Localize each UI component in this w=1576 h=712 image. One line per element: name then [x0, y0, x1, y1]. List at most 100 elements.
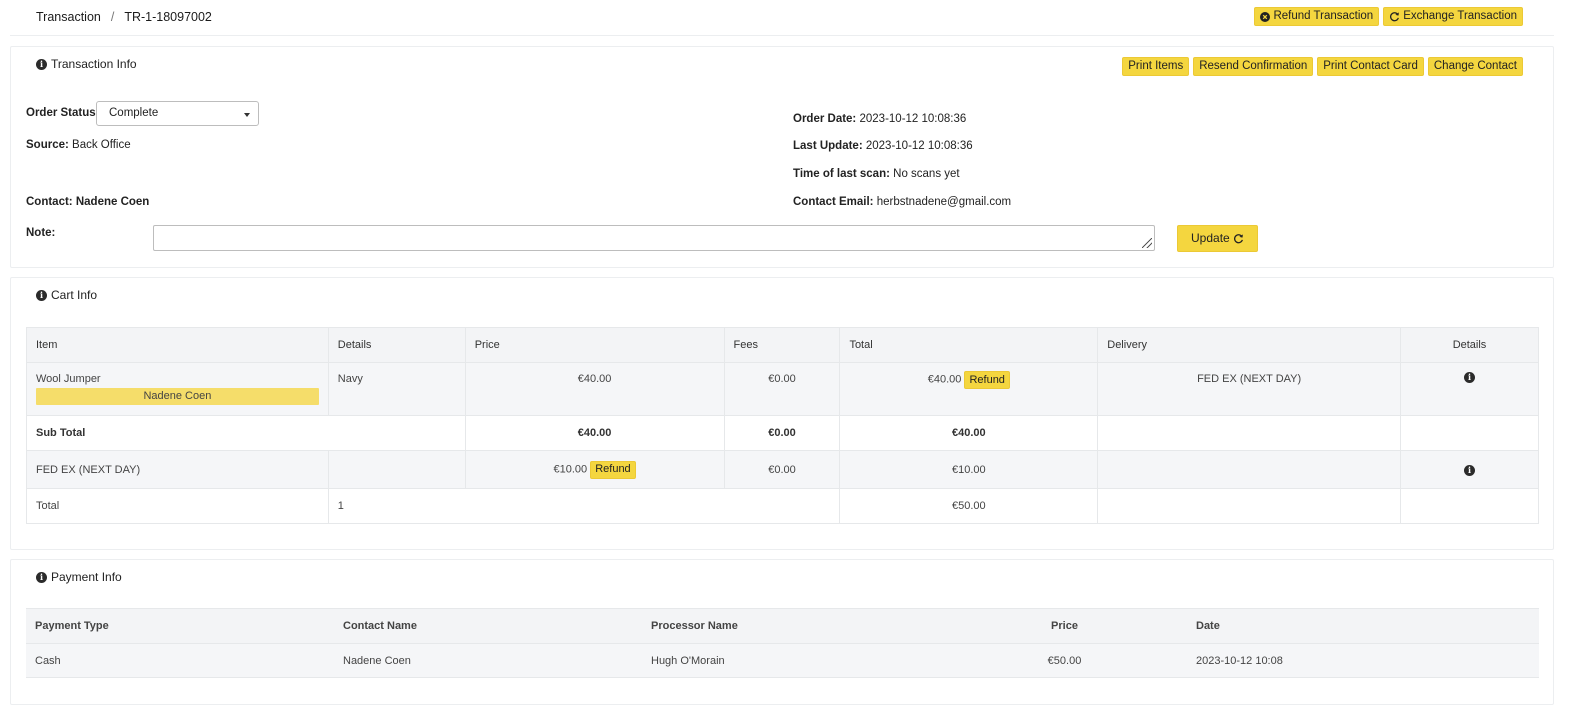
payment-date: 2023-10-12 10:08	[1187, 643, 1539, 678]
source-field: Source: Back Office	[26, 139, 131, 151]
cart-item-info-cell: i	[1400, 362, 1539, 416]
refund-transaction-label: Refund Transaction	[1273, 10, 1374, 22]
shipping-empty-details	[327, 450, 466, 489]
breadcrumb-root[interactable]: Transaction	[36, 10, 101, 24]
cart-item-total: €40.00	[927, 373, 962, 386]
payment-contact: Nadene Coen	[334, 643, 642, 678]
breadcrumb-separator: /	[110, 10, 115, 24]
refresh-icon	[1390, 12, 1400, 22]
order-status-select[interactable]: Complete	[96, 101, 259, 126]
subtotal-row: Sub Total €40.00 €0.00 €40.00	[26, 415, 1539, 451]
payment-processor: Hugh O'Morain	[642, 643, 942, 678]
refund-shipping-button[interactable]: Refund	[590, 460, 636, 479]
cart-header-fees: Fees	[723, 327, 841, 363]
shipping-row: FED EX (NEXT DAY) €10.00 Refund €0.00 €1…	[26, 450, 1539, 489]
info-icon: i	[36, 571, 47, 583]
payment-header-date: Date	[1187, 608, 1539, 644]
subtotal-price: €40.00	[464, 415, 725, 451]
total-count: 1	[327, 488, 841, 524]
payment-header-processor: Processor Name	[642, 608, 942, 644]
cart-item-total-cell: €40.00 Refund	[839, 362, 1099, 416]
payment-type: Cash	[26, 643, 334, 678]
transaction-info-panel: i Transaction Info Print Items Resend Co…	[10, 46, 1554, 268]
cart-header-price: Price	[464, 327, 725, 363]
shipping-total: €10.00	[839, 450, 1099, 489]
shipping-empty-delivery	[1097, 450, 1402, 489]
transaction-info-title: i Transaction Info	[36, 57, 137, 71]
note-label: Note:	[26, 227, 56, 239]
payment-header-contact: Contact Name	[334, 608, 642, 644]
print-items-button[interactable]: Print Items	[1122, 57, 1190, 76]
cart-header-details: Details	[327, 327, 466, 363]
cart-item-details: Navy	[327, 362, 466, 416]
cart-item-fees: €0.00	[723, 362, 841, 416]
subtotal-label: Sub Total	[26, 415, 466, 451]
cart-header-row: Item Details Price Fees Total Delivery D…	[26, 327, 1539, 363]
cart-header-item: Item	[26, 327, 329, 363]
cart-item-row: Wool Jumper Nadene Coen Navy €40.00 €0.0…	[26, 362, 1539, 416]
breadcrumb: Transaction / TR-1-18097002	[36, 10, 212, 24]
payment-table: Payment Type Contact Name Processor Name…	[26, 608, 1539, 678]
subtotal-total: €40.00	[839, 415, 1099, 451]
payment-info-panel: i Payment Info Payment Type Contact Name…	[10, 559, 1554, 705]
cart-table: Item Details Price Fees Total Delivery D…	[26, 327, 1539, 524]
update-button[interactable]: Update	[1177, 225, 1258, 252]
payment-header-type: Payment Type	[26, 608, 334, 644]
subtotal-fees: €0.00	[723, 415, 841, 451]
payment-header-row: Payment Type Contact Name Processor Name…	[26, 608, 1539, 644]
refresh-icon	[1233, 234, 1243, 244]
total-label: Total	[26, 488, 329, 524]
update-label: Update	[1191, 231, 1230, 245]
order-status-label: Order Status:	[26, 107, 100, 119]
refund-item-button[interactable]: Refund	[964, 371, 1010, 389]
refund-transaction-button[interactable]: Refund Transaction	[1254, 7, 1380, 26]
total-empty-details	[1400, 488, 1539, 524]
info-icon[interactable]: i	[1464, 372, 1475, 383]
last-scan-field: Time of last scan: No scans yet	[793, 168, 960, 180]
info-icon[interactable]: i	[1464, 464, 1475, 476]
transaction-actions: Print Items Resend Confirmation Print Co…	[1122, 57, 1523, 76]
cart-info-title-text: Cart Info	[51, 288, 98, 302]
order-date-field: Order Date: 2023-10-12 10:08:36	[793, 113, 967, 125]
cart-item-price: €40.00	[464, 362, 725, 416]
info-icon: i	[36, 58, 47, 70]
change-contact-button[interactable]: Change Contact	[1427, 57, 1523, 76]
shipping-label: FED EX (NEXT DAY)	[26, 450, 329, 489]
cart-item-cell: Wool Jumper Nadene Coen	[26, 362, 329, 416]
top-actions: Refund Transaction Exchange Transaction	[1254, 7, 1523, 26]
exchange-transaction-label: Exchange Transaction	[1403, 10, 1517, 22]
cart-item-delivery: FED EX (NEXT DAY)	[1097, 362, 1402, 416]
cart-header-details-icon: Details	[1400, 327, 1539, 363]
ticket-holder-badge: Nadene Coen	[36, 388, 319, 405]
contact-field: Contact: Nadene Coen	[26, 196, 150, 208]
cart-info-title: i Cart Info	[36, 288, 97, 302]
payment-header-price: Price	[942, 608, 1187, 644]
resize-grip-icon[interactable]	[1142, 238, 1152, 248]
caret-down-icon	[244, 113, 250, 117]
note-textarea[interactable]	[153, 225, 1155, 251]
table-row: Cash Nadene Coen Hugh O'Morain €50.00 20…	[26, 643, 1539, 678]
info-icon: i	[36, 289, 47, 301]
shipping-price-cell: €10.00 Refund	[464, 450, 725, 489]
payment-info-title-text: Payment Info	[51, 570, 122, 584]
payment-price: €50.00	[942, 643, 1187, 678]
order-status-value: Complete	[109, 107, 159, 119]
shipping-info-cell: i	[1400, 450, 1539, 489]
subtotal-empty-details	[1400, 415, 1539, 451]
transaction-page: Transaction / TR-1-18097002 Refund Transac…	[0, 0, 1576, 712]
contact-name: Nadene Coen	[75, 196, 150, 208]
resend-confirmation-button[interactable]: Resend Confirmation	[1193, 57, 1314, 76]
close-circle-icon	[1260, 11, 1271, 22]
payment-info-title: i Payment Info	[36, 570, 122, 584]
cart-item-name: Wool Jumper	[36, 373, 101, 385]
shipping-fees: €0.00	[723, 450, 841, 489]
subtotal-empty-delivery	[1097, 415, 1402, 451]
last-update-field: Last Update: 2023-10-12 10:08:36	[793, 140, 973, 152]
transaction-info-title-text: Transaction Info	[51, 57, 137, 71]
cart-info-panel: i Cart Info Item Details Price Fees Tota…	[10, 277, 1554, 550]
total-row: Total 1 €50.00	[26, 488, 1539, 524]
print-contact-card-button[interactable]: Print Contact Card	[1317, 57, 1424, 76]
exchange-transaction-button[interactable]: Exchange Transaction	[1383, 7, 1523, 26]
top-bar: Transaction / TR-1-18097002 Refund Transac…	[10, 0, 1554, 36]
cart-header-delivery: Delivery	[1097, 327, 1402, 363]
